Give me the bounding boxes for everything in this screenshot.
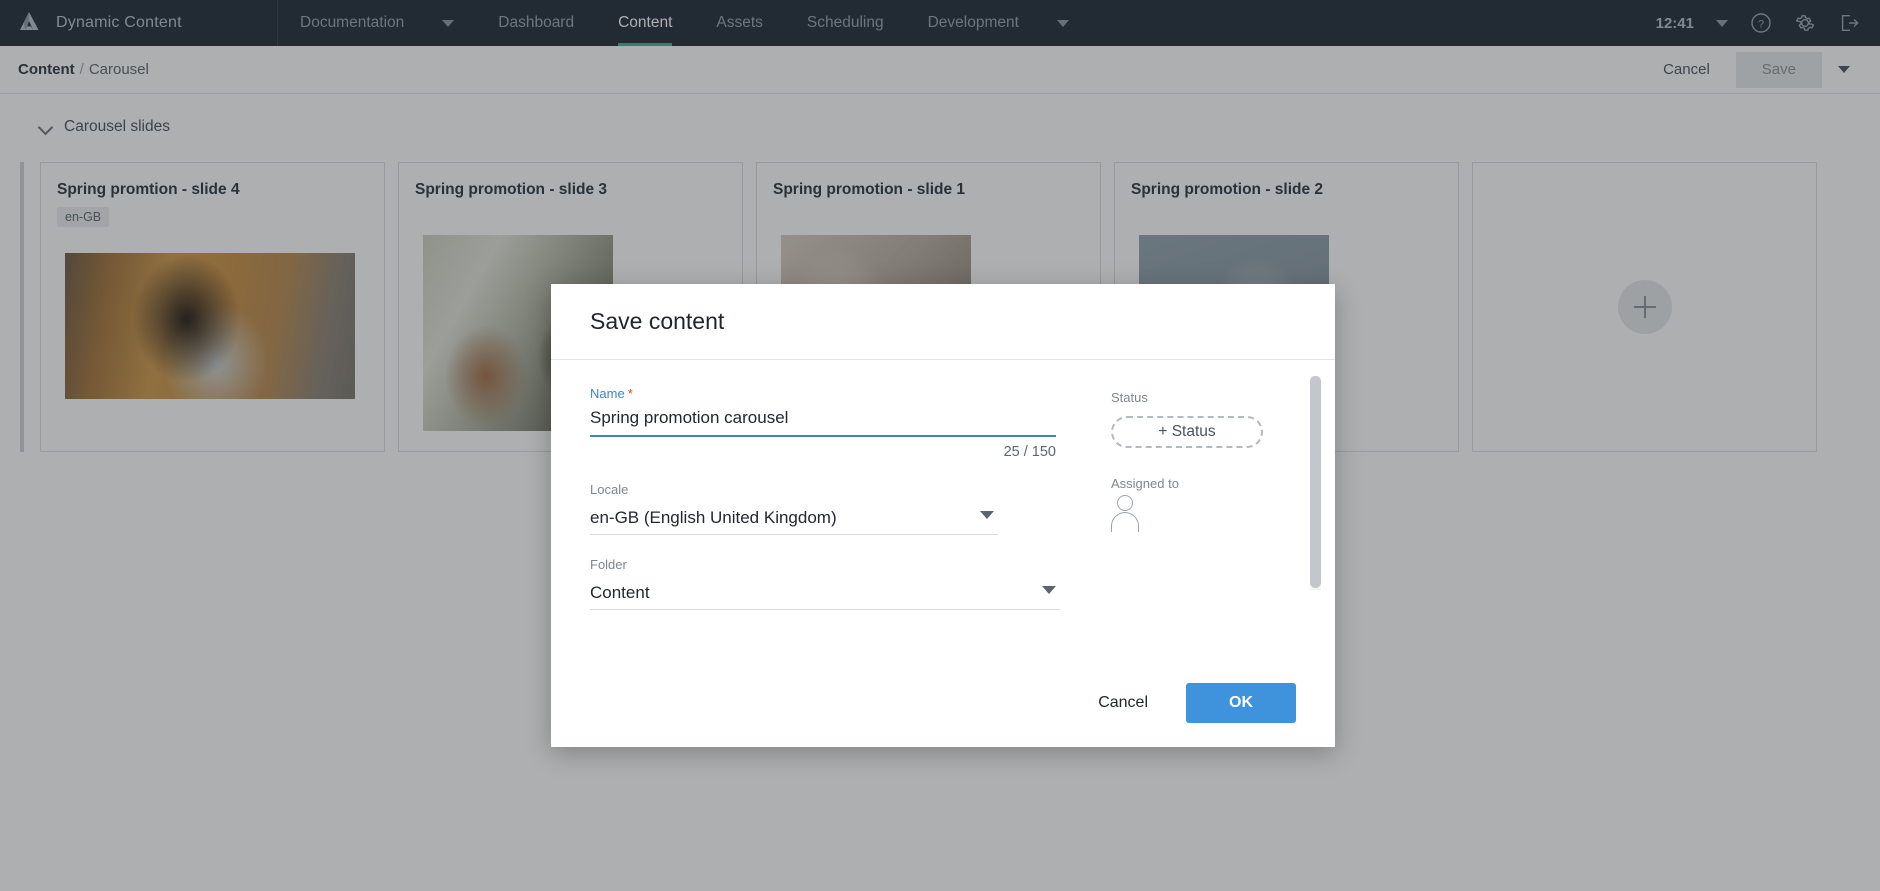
dialog-header: Save content	[551, 284, 1335, 360]
folder-select-wrap: Content	[590, 576, 1060, 610]
dialog-body: Name* 25 / 150 Locale en-GB (English Uni…	[551, 360, 1335, 659]
dialog-right-column: Status + Status Assigned to	[1060, 386, 1290, 659]
dialog-title: Save content	[590, 308, 725, 334]
name-label-text: Name	[590, 386, 625, 401]
folder-field-group: Folder Content	[590, 557, 1060, 610]
required-asterisk: *	[627, 386, 633, 401]
name-label: Name *	[590, 386, 1060, 401]
name-character-counter: 25 / 150	[1003, 444, 1056, 460]
dialog-scrollbar-thumb[interactable]	[1310, 376, 1321, 588]
assigned-to-label: Assigned to	[1111, 476, 1179, 491]
locale-field-group: Locale en-GB (English United Kingdom)	[590, 482, 1060, 535]
chevron-down-icon[interactable]	[1042, 586, 1056, 594]
dialog-cancel-button[interactable]: Cancel	[1078, 683, 1168, 723]
locale-select[interactable]: en-GB (English United Kingdom)	[590, 501, 998, 535]
name-input[interactable]	[590, 405, 1056, 437]
locale-select-wrap: en-GB (English United Kingdom)	[590, 501, 998, 535]
chevron-down-icon[interactable]	[980, 511, 994, 519]
person-head	[1117, 495, 1133, 511]
person-body	[1111, 512, 1139, 532]
name-field-group: Name* 25 / 150	[590, 386, 1060, 460]
folder-select[interactable]: Content	[590, 576, 1060, 610]
folder-value: Content	[590, 582, 650, 602]
save-content-dialog: Save content Name* 25 / 150 Locale en-GB…	[551, 284, 1335, 747]
dialog-ok-button[interactable]: OK	[1186, 683, 1296, 723]
dialog-footer: Cancel OK	[551, 659, 1335, 747]
locale-label: Locale	[590, 482, 629, 497]
status-label: Status	[1111, 390, 1148, 405]
dialog-left-column: Name* 25 / 150 Locale en-GB (English Uni…	[590, 386, 1060, 659]
add-status-button[interactable]: + Status	[1111, 416, 1263, 448]
folder-label: Folder	[590, 557, 627, 572]
locale-value: en-GB (English United Kingdom)	[590, 507, 837, 527]
